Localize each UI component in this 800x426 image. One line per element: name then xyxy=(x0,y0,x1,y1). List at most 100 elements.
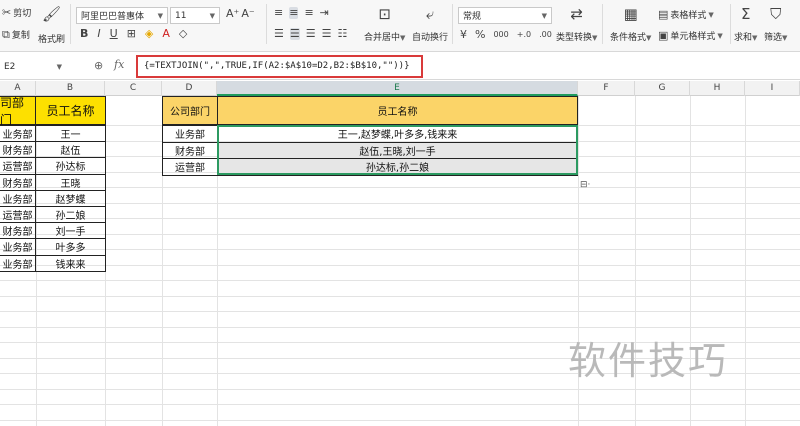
paste-options-button[interactable]: ⊟· xyxy=(580,180,590,190)
cell-e1[interactable]: 员工名称 xyxy=(217,96,578,125)
table-cell-department[interactable]: 财务部 xyxy=(0,222,36,240)
sum-button[interactable]: Σ 求和▼ xyxy=(734,6,757,43)
row-gridline xyxy=(0,202,800,204)
table-cell-employee[interactable]: 赵伍 xyxy=(35,141,106,159)
table-cell-department[interactable]: 运营部 xyxy=(0,157,36,175)
separator xyxy=(70,4,71,44)
table-cell-department[interactable]: 运营部 xyxy=(0,206,36,224)
align-bottom-icon[interactable]: ≡ xyxy=(304,7,313,19)
chevron-down-icon: ▼ xyxy=(592,34,598,42)
chevron-down-icon: ▼ xyxy=(541,11,547,20)
thousands-button[interactable]: 000 xyxy=(493,29,508,41)
eraser-icon[interactable]: ◇ xyxy=(179,28,187,40)
column-header-f[interactable]: F xyxy=(578,81,635,96)
type-convert-button[interactable]: ⇄ 类型转换▼ xyxy=(556,6,597,43)
percent-button[interactable]: % xyxy=(475,29,485,41)
table-cell-department[interactable]: 业务部 xyxy=(0,238,36,256)
table-cell-department[interactable]: 业务部 xyxy=(0,125,36,143)
indent-icon[interactable]: ⇥ xyxy=(320,7,329,19)
conditional-format-button[interactable]: ▦ 条件格式▼ xyxy=(610,6,651,43)
font-size-select[interactable]: 11 ▼ xyxy=(170,7,220,24)
align-right-icon[interactable]: ☰ xyxy=(306,28,316,40)
table-cell-employee[interactable]: 孙达标 xyxy=(35,157,106,175)
border-icon[interactable]: ⊞ xyxy=(127,28,136,40)
filter-button[interactable]: ⛉ 筛选▼ xyxy=(764,6,787,43)
paintbrush-icon: 🖌 xyxy=(41,5,62,23)
name-box[interactable]: E2 ▼ xyxy=(0,59,66,75)
auto-wrap-button[interactable]: ⤶ 自动换行 xyxy=(412,6,448,43)
column-header-b[interactable]: B xyxy=(36,81,105,96)
align-center-icon[interactable]: ☰ xyxy=(289,28,300,40)
filter-icon: ⛉ xyxy=(770,5,782,23)
zoom-icon[interactable]: ⊕ xyxy=(94,59,103,72)
copy-button[interactable]: ⧉ 复制 xyxy=(2,28,30,41)
column-header-d[interactable]: D xyxy=(162,81,217,96)
cell-style-button[interactable]: ▣ 单元格样式 ▼ xyxy=(658,29,723,42)
chevron-down-icon: ▼ xyxy=(157,11,163,20)
increase-decimal-button[interactable]: +.0 xyxy=(517,29,531,41)
result-cell-department[interactable]: 运营部 xyxy=(162,158,218,176)
table-cell-employee[interactable]: 孙二娘 xyxy=(35,206,106,224)
underline-button[interactable]: U xyxy=(110,28,118,40)
font-size-buttons: A⁺ A⁻ xyxy=(226,8,255,20)
column-header-g[interactable]: G xyxy=(635,81,690,96)
table-style-button[interactable]: ▤ 表格样式 ▼ xyxy=(658,8,714,21)
column-header-h[interactable]: H xyxy=(690,81,745,96)
row-gridline xyxy=(0,187,800,188)
distribute-icon[interactable]: ☷ xyxy=(338,28,348,40)
column-header-e[interactable]: E xyxy=(217,81,578,96)
currency-button[interactable]: ¥ xyxy=(460,29,467,41)
column-gridline xyxy=(745,96,746,426)
row-gridline xyxy=(0,311,800,312)
chevron-down-icon: ▼ xyxy=(717,31,723,40)
shrink-font-button[interactable]: A⁻ xyxy=(241,8,254,20)
table-cell-employee[interactable]: 叶多多 xyxy=(35,238,106,256)
cell-style-icon: ▣ xyxy=(658,28,669,42)
row-gridline xyxy=(0,295,800,297)
table-cell-department[interactable]: 财务部 xyxy=(0,173,36,191)
grow-font-button[interactable]: A⁺ xyxy=(226,8,239,20)
fx-label[interactable]: fx xyxy=(114,58,124,71)
table-cell-department[interactable]: 业务部 xyxy=(0,189,36,207)
table-cell-department[interactable]: 财务部 xyxy=(0,141,36,159)
horizontal-align-row: ☰ ☰ ☰ ☰ ☷ xyxy=(274,28,347,40)
separator xyxy=(266,4,267,44)
table-cell-employee[interactable]: 王一 xyxy=(35,125,106,143)
chevron-down-icon: ▼ xyxy=(646,34,652,42)
column-header-i[interactable]: I xyxy=(745,81,800,96)
merge-center-button[interactable]: ⊡ 合并居中▼ xyxy=(364,6,405,43)
separator xyxy=(730,4,731,44)
row-gridline xyxy=(0,419,800,421)
table-cell-department[interactable]: 业务部 xyxy=(0,254,36,272)
result-cell-department[interactable]: 财务部 xyxy=(162,141,218,159)
bold-button[interactable]: B xyxy=(80,28,88,40)
font-name-select[interactable]: 阿里巴巴普惠体 ▼ xyxy=(76,7,168,24)
table-cell-employee[interactable]: 钱来来 xyxy=(35,254,106,272)
sigma-icon: Σ xyxy=(740,5,751,23)
column-header-c[interactable]: C xyxy=(105,81,162,96)
formula-input[interactable]: {=TEXTJOIN(",",TRUE,IF(A2:$A$10=D2,B2:$B… xyxy=(136,55,423,78)
table-style-icon: ▤ xyxy=(658,7,669,21)
vertical-align-row: ≡ ≡ ≡ ⇥ xyxy=(274,7,329,19)
row-gridline xyxy=(0,388,800,390)
table-cell-employee[interactable]: 赵梦蝶 xyxy=(35,189,106,207)
number-format-select[interactable]: 常规 ▼ xyxy=(458,7,552,24)
cell-b1[interactable]: 员工名称 xyxy=(35,96,106,125)
format-painter-button[interactable]: 🖌 格式刷 xyxy=(38,6,65,45)
decrease-decimal-button[interactable]: .00 xyxy=(539,29,552,41)
italic-button[interactable]: I xyxy=(97,28,100,40)
align-left-icon[interactable]: ☰ xyxy=(274,28,284,40)
table-cell-employee[interactable]: 王晓 xyxy=(35,173,106,191)
formula-bar: E2 ▼ ⊕ fx {=TEXTJOIN(",",TRUE,IF(A2:$A$1… xyxy=(0,53,800,80)
justify-icon[interactable]: ☰ xyxy=(322,28,332,40)
cut-button[interactable]: ✂ 剪切 xyxy=(2,6,31,19)
align-top-icon[interactable]: ≡ xyxy=(274,7,283,19)
table-cell-employee[interactable]: 刘一手 xyxy=(35,222,106,240)
fill-color-icon[interactable]: ◈ xyxy=(145,28,153,40)
cell-a1[interactable]: 司部门 xyxy=(0,96,36,127)
align-middle-icon[interactable]: ≡ xyxy=(289,7,299,19)
cell-d1[interactable]: 公司部门 xyxy=(162,96,218,125)
chevron-down-icon: ▼ xyxy=(56,63,62,71)
font-color-icon[interactable]: A xyxy=(162,28,170,40)
result-cell-department[interactable]: 业务部 xyxy=(162,125,218,143)
